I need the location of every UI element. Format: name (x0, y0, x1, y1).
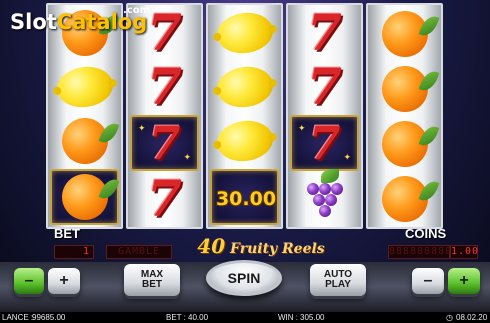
clock-time: 08.02.20 (456, 313, 488, 322)
symbol-orange (370, 172, 439, 225)
watermark-logo: SlotCatalog .com (10, 5, 151, 34)
balance-label: LANCE : (2, 313, 34, 322)
symbol-lemon (210, 7, 279, 59)
reel-5 (366, 3, 443, 229)
symbol-seven: 7 (307, 3, 342, 62)
symbol-orange-win (50, 169, 119, 225)
win-status-label: WIN : (278, 313, 298, 322)
symbol-seven: 7 (147, 57, 182, 116)
coins-label: COINS (405, 226, 447, 241)
bet-increase-button[interactable]: + (48, 268, 80, 294)
plus-icon: + (459, 271, 469, 289)
symbol-grapes (290, 169, 359, 225)
bet-label: BET (54, 226, 80, 241)
balance-value: 99685.00 (32, 313, 66, 322)
spin-button[interactable]: SPIN (206, 260, 282, 296)
max-bet-button[interactable]: MAX BET (124, 264, 180, 296)
symbol-orange (370, 117, 439, 170)
game-logo: 40 Fruity Reels (197, 234, 325, 258)
grapes-icon (301, 169, 349, 221)
symbol-lemon (210, 115, 279, 167)
symbol-seven-win: ✦ 7 ✦ (290, 115, 359, 171)
coins-decrease-button[interactable]: – (412, 268, 444, 294)
plus-icon: + (59, 271, 69, 289)
win-amount: 30.00 (215, 188, 277, 210)
symbol-orange (370, 62, 439, 115)
symbol-lemon (210, 61, 279, 113)
minus-icon: – (423, 271, 433, 289)
clock-icon: ◷ (446, 313, 453, 322)
symbol-seven-win: ✦ 7 ✦ (130, 115, 199, 171)
game-stage: 7 7 ✦ 7 ✦ 7 7 7 ✦ 7 ✦ 30.00 SlotCatalog … (0, 0, 490, 323)
symbol-lemon (50, 61, 119, 113)
symbol-seven: 7 (307, 57, 342, 116)
auto-play-button[interactable]: AUTO PLAY (310, 264, 366, 296)
bet-status-value: 40.00 (188, 313, 209, 322)
coins-led-dim: 888888888 (388, 245, 453, 259)
coins-increase-button[interactable]: + (448, 268, 480, 294)
gamble-led-display: GAMBLE (106, 245, 172, 259)
symbol-orange (370, 7, 439, 60)
symbol-orange (50, 115, 119, 167)
bet-status-label: BET : (166, 313, 186, 322)
bet-led-display: 1 (54, 245, 94, 259)
symbol-seven: 7 (147, 169, 182, 228)
status-bar: LANCE : 99685.00 BET : 40.00 WIN : 305.0… (0, 312, 490, 323)
win-status-value: 305.00 (300, 313, 325, 322)
bet-decrease-button[interactable]: – (14, 268, 44, 294)
reel-1 (46, 3, 123, 229)
reel-2: 7 7 ✦ 7 ✦ 7 (126, 3, 203, 229)
reel-4: 7 7 ✦ 7 ✦ (286, 3, 363, 229)
minus-icon: – (24, 271, 34, 289)
coins-led-display: 1.00 (450, 245, 480, 259)
